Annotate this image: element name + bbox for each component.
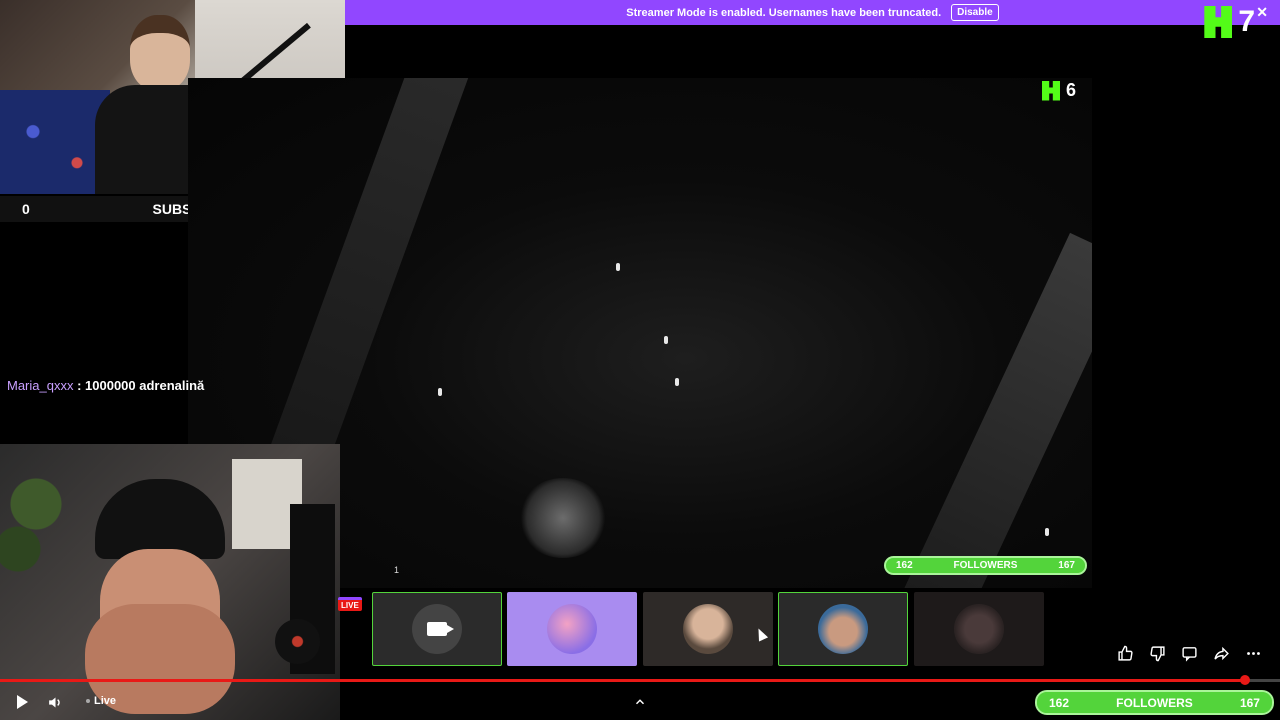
subs-left-count: 0 [22,201,30,217]
followers-large-start: 162 [1049,695,1070,710]
share-icon[interactable] [1212,644,1230,662]
avatar [683,604,733,654]
kick-score-top-value: 7 [1238,5,1255,38]
kick-score-top: 7 [1204,5,1255,39]
video-blob [518,478,608,558]
progress-fill [0,679,1246,682]
cam-bed [0,90,110,194]
avatar [412,604,462,654]
chat-text: 1000000 adrenalină [85,378,205,393]
followers-small-start: 162 [896,560,913,571]
kick-score-mid-value: 6 [1066,80,1077,100]
chat-separator: : [73,378,86,393]
more-icon[interactable] [1244,644,1262,662]
avatar [818,604,868,654]
participant-thumbnail[interactable] [778,592,908,666]
chat-username[interactable]: Maria_qxxx [7,378,73,393]
camera-icon [427,622,454,636]
streamer-cap [95,479,225,559]
video-spark [438,388,442,396]
followers-large-label: FOLLOWERS [1116,695,1193,710]
chevron-up-icon[interactable] [630,692,650,712]
action-bar [1116,644,1262,662]
frame-number: 1 [394,565,400,575]
progress-knob[interactable] [1240,675,1251,685]
followers-goal-small: 162 FOLLOWERS 167 [884,556,1087,575]
live-indicator[interactable]: Live [86,695,116,707]
followers-small-label: FOLLOWERS [953,560,1018,571]
subs-label: SUBS [152,201,192,217]
chat-message: Maria_qxxx : 1000000 adrenalină [7,378,204,393]
close-icon[interactable]: ✕ [1256,4,1268,21]
avatar [547,604,597,654]
thumbs-down-icon[interactable] [1148,644,1166,662]
followers-large-end: 167 [1239,695,1260,710]
thumbs-up-icon[interactable] [1116,644,1134,662]
volume-button[interactable] [45,692,65,712]
video-spark [675,378,679,386]
disable-streamer-mode-button[interactable]: Disable [951,4,999,21]
comment-icon[interactable] [1180,644,1198,662]
play-button[interactable] [12,692,32,712]
participant-thumbnail[interactable] [643,592,773,666]
participant-thumbnail[interactable] [507,592,637,666]
video-progress-bar[interactable] [0,675,1280,685]
video-spark [616,263,620,271]
participant-thumbnail[interactable] [372,592,502,666]
vinyl-record [275,619,320,664]
video-spark [664,336,668,344]
cam-plant [0,444,90,594]
kick-score-mid: 6 [1042,80,1076,101]
banner-message: Streamer Mode is enabled. Usernames have… [626,6,942,19]
video-streak [892,232,1092,588]
kick-logo-icon [1204,6,1233,38]
streamer-head [130,15,190,90]
followers-goal-large: 162 FOLLOWERS 167 [1035,690,1274,715]
participant-thumbnail[interactable] [914,592,1044,666]
followers-small-end: 167 [1058,560,1075,571]
streamer-mode-banner: Streamer Mode is enabled. Usernames have… [345,0,1280,25]
kick-logo-icon [1042,80,1060,101]
live-badge: LIVE [338,597,362,611]
video-spark [1045,528,1049,536]
avatar [954,604,1004,654]
